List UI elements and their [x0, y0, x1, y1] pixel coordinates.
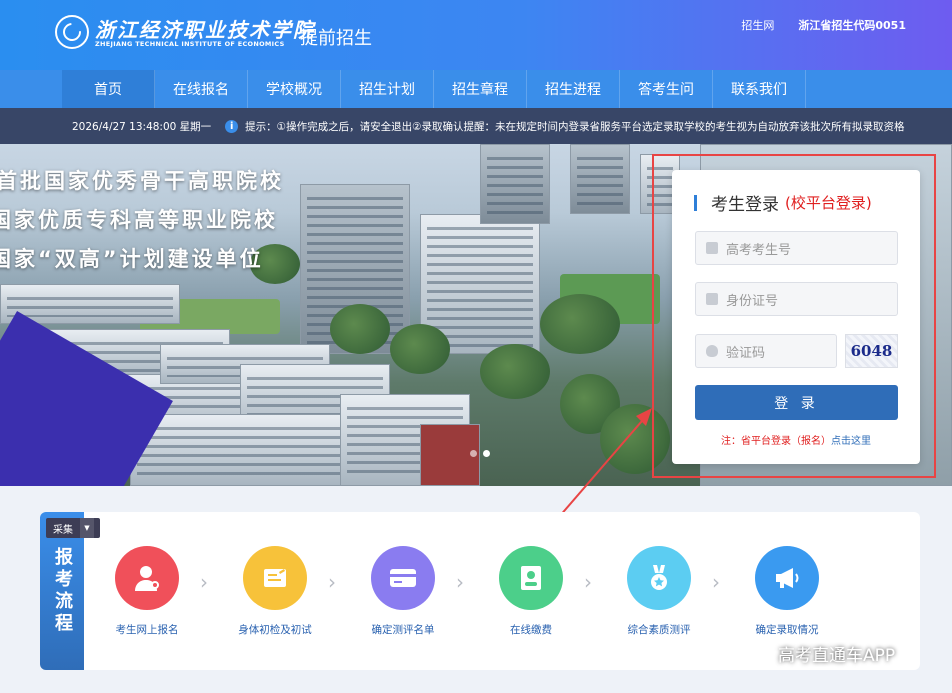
nav-contact[interactable]: 联系我们 [713, 70, 806, 108]
chevron-right-icon: › [200, 570, 208, 594]
slogan-line: 国家优质专科高等职业院校 [0, 208, 278, 232]
provincial-platform-link[interactable]: 点击这里 [831, 436, 871, 447]
step-label: 确定测评名单 [371, 624, 435, 636]
exam-number-input[interactable]: 高考考生号 [695, 231, 898, 265]
login-button[interactable]: 登 录 [695, 385, 898, 420]
main-nav: 首页 在线报名 学校概况 招生计划 招生章程 招生进程 答考生问 联系我们 [0, 70, 952, 108]
slogan-line: 国家“双高”计划建设单位 [0, 247, 264, 271]
carousel-dot[interactable] [470, 450, 477, 457]
step-label: 身体初检及初试 [238, 624, 312, 636]
step-label: 确定录取情况 [755, 624, 819, 636]
step-online-registration[interactable]: 考生网上报名 [83, 546, 211, 637]
nav-school-overview[interactable]: 学校概况 [248, 70, 341, 108]
info-icon: i [225, 119, 239, 133]
top-links: 招生网 浙江省招生代码0051 [741, 17, 906, 33]
login-panel: 考生登录 (校平台登录) 高考考生号 身份证号 验证码 6048 登 录 注：省… [672, 170, 920, 464]
dropdown-caret-icon: ▼ [80, 518, 94, 538]
step-label: 考生网上报名 [115, 624, 179, 636]
login-title: 考生登录 (校平台登录) [694, 190, 872, 215]
school-logo-icon[interactable] [55, 15, 89, 49]
user-icon [706, 242, 718, 254]
login-title-text: 考生登录 [711, 195, 779, 215]
chevron-right-icon: › [328, 570, 336, 594]
admission-site-link[interactable]: 招生网 [741, 17, 774, 33]
nav-home[interactable]: 首页 [62, 70, 155, 108]
nav-enrollment-progress[interactable]: 招生进程 [527, 70, 620, 108]
nav-qa[interactable]: 答考生问 [620, 70, 713, 108]
captcha-input[interactable]: 验证码 [695, 334, 837, 368]
hero-slogans: 首批国家优秀骨干高职院校 国家优质专科高等职业院校 国家“双高”计划建设单位 [0, 162, 284, 279]
nav-enrollment-rules[interactable]: 招生章程 [434, 70, 527, 108]
id-document-icon [499, 546, 563, 610]
chevron-right-icon: › [456, 570, 464, 594]
page-subtitle: 提前招生 [300, 28, 372, 49]
step-label: 在线缴费 [510, 624, 552, 636]
captcha-placeholder: 验证码 [726, 345, 766, 361]
notice-bar: 2026/4/27 13:48:00 星期一 i 提示：①操作完成之后，请安全退… [0, 108, 952, 144]
school-name-en: ZHEJIANG TECHNICAL INSTITUTE OF ECONOMIC… [95, 40, 285, 48]
login-title-note: (校平台登录) [785, 194, 872, 212]
nav-online-apply[interactable]: 在线报名 [155, 70, 248, 108]
current-datetime: 2026/4/27 13:48:00 星期一 [72, 120, 212, 133]
watermark: 高考直通车APP [778, 646, 896, 666]
carousel-dot-active[interactable] [483, 450, 490, 457]
step-online-payment[interactable]: 在线缴费 [467, 546, 595, 637]
id-number-placeholder: 身份证号 [726, 293, 779, 309]
step-label: 综合素质测评 [627, 624, 691, 636]
step-quality-evaluation[interactable]: 综合素质测评 [595, 546, 723, 637]
collect-tag-text: 采集 [53, 524, 73, 536]
megaphone-icon [755, 546, 819, 610]
slogan-line: 首批国家优秀骨干高职院校 [0, 169, 284, 193]
form-edit-icon [243, 546, 307, 610]
shield-icon [706, 345, 718, 357]
admission-code-text: 浙江省招生代码0051 [798, 19, 906, 32]
card-icon [371, 546, 435, 610]
header: 浙江经济职业技术学院 ZHEJIANG TECHNICAL INSTITUTE … [0, 0, 952, 70]
user-doctor-icon [115, 546, 179, 610]
school-name-cn[interactable]: 浙江经济职业技术学院 [95, 14, 315, 43]
login-note-text: 注：省平台登录（报名） [721, 436, 831, 447]
id-card-icon [706, 293, 718, 305]
step-admission-confirmation[interactable]: 确定录取情况 [723, 546, 851, 637]
notice-text: 提示：①操作完成之后，请安全退出②录取确认提醒：未在规定时间内登录省服务平台选定… [245, 120, 905, 133]
nav-enrollment-plan[interactable]: 招生计划 [341, 70, 434, 108]
id-number-input[interactable]: 身份证号 [695, 282, 898, 316]
chevron-right-icon: › [584, 570, 592, 594]
step-evaluation-list[interactable]: 确定测评名单 [339, 546, 467, 637]
captcha-image[interactable]: 6048 [845, 334, 898, 368]
step-physical-exam[interactable]: 身体初检及初试 [211, 546, 339, 637]
medal-icon [627, 546, 691, 610]
collect-tag[interactable]: 采集 ▼ [46, 518, 100, 538]
carousel-dots [470, 450, 490, 457]
chevron-right-icon: › [712, 570, 720, 594]
login-note: 注：省平台登录（报名）点击这里 [672, 432, 920, 447]
exam-number-placeholder: 高考考生号 [726, 242, 792, 258]
